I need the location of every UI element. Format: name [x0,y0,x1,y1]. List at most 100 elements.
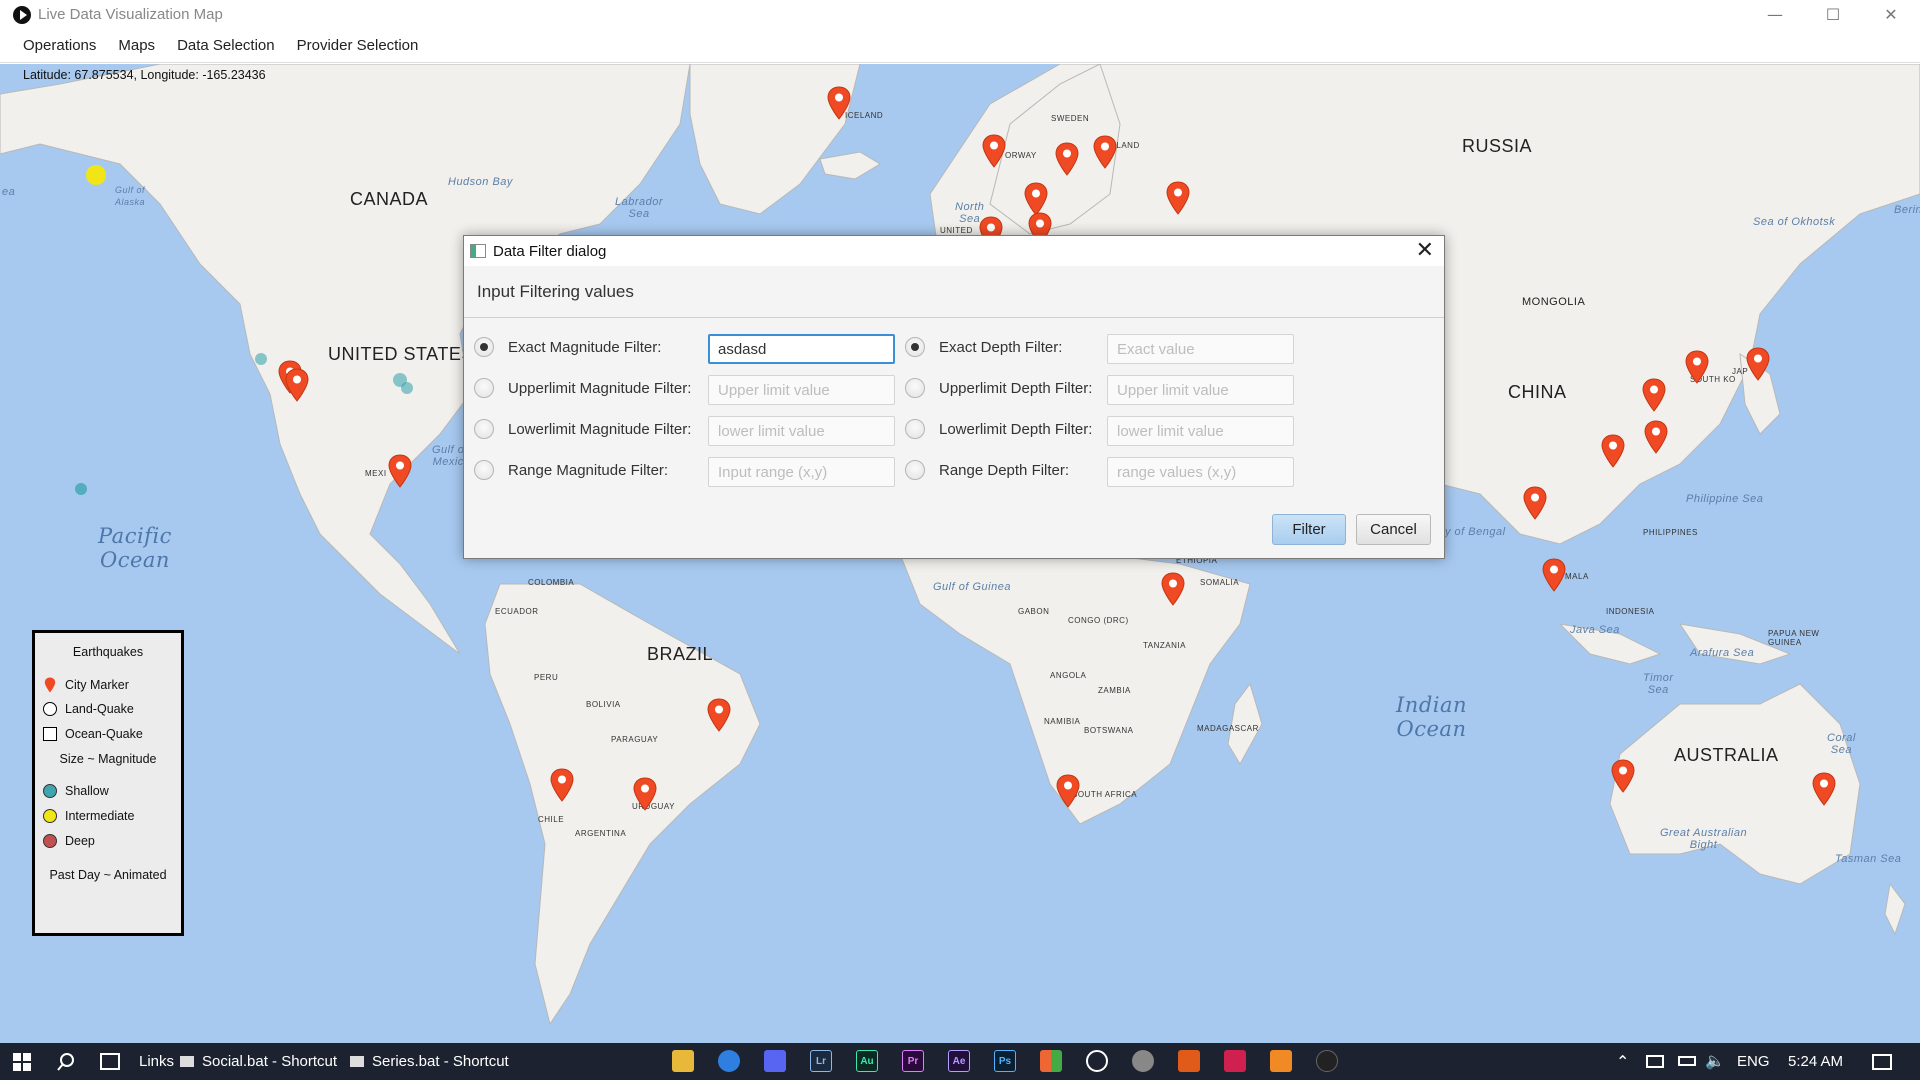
audition-icon[interactable]: Au [856,1050,878,1072]
dialog-window-icon [470,244,486,258]
menu-operations[interactable]: Operations [12,37,107,54]
magnitude-upper-radio[interactable] [474,378,494,398]
label-tanzania: TANZANIA [1143,641,1186,650]
city-marker-pin-icon[interactable] [1745,347,1771,381]
city-marker-pin-icon[interactable] [826,86,852,120]
running-app-play-icon[interactable] [1316,1050,1338,1072]
city-marker-pin-icon[interactable] [387,454,413,488]
windows-start-icon[interactable] [0,1043,44,1080]
social-shortcut[interactable]: Social.bat - Shortcut [202,1053,337,1070]
sublime-icon[interactable] [1270,1050,1292,1072]
depth-lower-input[interactable] [1107,416,1294,446]
city-marker-pin-icon[interactable] [1610,759,1636,793]
shallow-circle-icon [43,784,57,798]
city-marker-pin-icon[interactable] [1054,142,1080,176]
task-view-icon[interactable] [100,1053,120,1070]
links-toolbar-label[interactable]: Links [139,1053,174,1070]
magnitude-exact-radio[interactable] [474,337,494,357]
depth-range-radio[interactable] [905,460,925,480]
city-marker-pin-icon[interactable] [1023,182,1049,216]
city-marker-pin-icon[interactable] [706,698,732,732]
dialog-title-bar: Data Filter dialog ✕ [464,236,1444,266]
lightroom-icon[interactable]: Lr [810,1050,832,1072]
magnitude-upper-input[interactable] [708,375,895,405]
label-gabon: GABON [1018,607,1050,616]
application-window: Live Data Visualization Map — ☐ ✕ Operat… [0,0,1920,1080]
label-united-states: UNITED STATES [328,344,474,364]
magnitude-lower-input[interactable] [708,416,895,446]
depth-exact-label: Exact Depth Filter: [939,338,1063,356]
city-marker-pin-icon[interactable] [1055,774,1081,808]
minimize-button[interactable]: — [1746,0,1804,29]
city-marker-pin-icon[interactable] [1165,181,1191,215]
file-explorer-icon[interactable] [672,1050,694,1072]
city-marker-pin-icon[interactable] [1600,434,1626,468]
premiere-icon[interactable]: Pr [902,1050,924,1072]
legend-city-marker: City Marker [43,677,129,693]
label-java-sea: Java Sea [1570,624,1620,636]
discord-icon[interactable] [764,1050,786,1072]
label-malaysia: MALA [1565,572,1589,581]
city-marker-pin-icon[interactable] [1641,378,1667,412]
city-marker-pin-icon[interactable] [1541,558,1567,592]
volume-icon[interactable]: 🔈 [1705,1051,1725,1070]
close-window-button[interactable]: ✕ [1862,0,1920,29]
cancel-button[interactable]: Cancel [1356,514,1431,545]
obs-icon[interactable] [1086,1050,1108,1072]
tray-chevron-up-icon[interactable]: ⌃ [1616,1052,1629,1071]
legend-deep-label: Deep [65,834,95,848]
city-marker-pin-icon[interactable] [981,134,1007,168]
battery-icon[interactable] [1678,1056,1696,1066]
menu-provider-selection[interactable]: Provider Selection [286,37,430,54]
bat-file-icon [350,1056,364,1067]
legend-deep: Deep [43,834,95,848]
menu-data-selection[interactable]: Data Selection [166,37,286,54]
label-norway: ORWAY [1005,151,1037,160]
depth-range-input[interactable] [1107,457,1294,487]
city-marker-pin-icon[interactable] [284,368,310,402]
city-marker-pin-icon[interactable] [1684,350,1710,384]
shallow-quake-marker[interactable] [75,483,87,495]
city-marker-pin-icon[interactable] [632,777,658,811]
filter-button[interactable]: Filter [1272,514,1346,545]
city-marker-pin-icon[interactable] [1811,772,1837,806]
photoshop-icon[interactable]: Ps [994,1050,1016,1072]
city-marker-pin-icon[interactable] [1643,420,1669,454]
magnitude-lower-radio[interactable] [474,419,494,439]
depth-exact-input[interactable] [1107,334,1294,364]
magnitude-exact-input[interactable] [708,334,895,364]
store-icon[interactable] [1040,1050,1062,1072]
depth-upper-input[interactable] [1107,375,1294,405]
intermediate-quake-marker[interactable] [86,165,106,185]
label-south-africa: SOUTH AFRICA [1072,790,1138,799]
city-marker-pin-icon[interactable] [549,768,575,802]
notifications-icon[interactable] [1872,1054,1892,1070]
city-marker-pin-icon[interactable] [1522,486,1548,520]
matlab-icon[interactable] [1178,1050,1200,1072]
menu-maps[interactable]: Maps [107,37,166,54]
shallow-quake-marker[interactable] [401,382,413,394]
shallow-quake-marker[interactable] [255,353,267,365]
after-effects-icon[interactable]: Ae [948,1050,970,1072]
intellij-icon[interactable] [1224,1050,1246,1072]
dialog-close-icon[interactable]: ✕ [1416,238,1434,263]
label-argentina: ARGENTINA [575,829,627,838]
depth-lower-radio[interactable] [905,419,925,439]
depth-exact-radio[interactable] [905,337,925,357]
app-icon-sphere[interactable] [1132,1050,1154,1072]
city-marker-pin-icon[interactable] [1092,135,1118,169]
network-icon[interactable] [1646,1055,1664,1068]
magnitude-range-radio[interactable] [474,460,494,480]
magnitude-range-input[interactable] [708,457,895,487]
firefox-icon[interactable] [718,1050,740,1072]
language-indicator[interactable]: ENG [1737,1053,1770,1070]
series-shortcut[interactable]: Series.bat - Shortcut [372,1053,509,1070]
city-marker-pin-icon[interactable] [1160,572,1186,606]
search-icon[interactable] [56,1052,76,1077]
label-bering: Berin [1894,204,1920,216]
legend-land-quake-label: Land-Quake [65,702,134,716]
maximize-button[interactable]: ☐ [1804,0,1862,29]
depth-upper-radio[interactable] [905,378,925,398]
clock[interactable]: 5:24 AM [1788,1053,1843,1070]
legend-size-note: Size ~ Magnitude [59,752,157,766]
